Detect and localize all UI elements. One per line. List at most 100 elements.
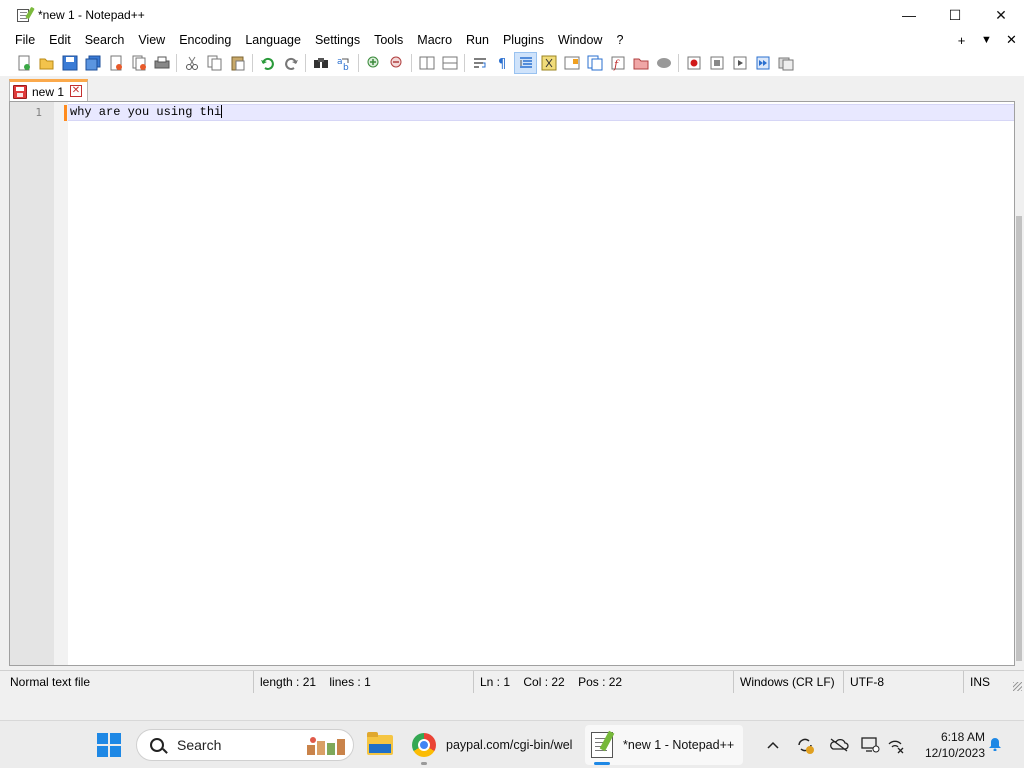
open-file-icon[interactable] <box>35 52 58 74</box>
windows-start-icon[interactable] <box>97 733 121 757</box>
word-wrap-icon[interactable] <box>468 52 491 74</box>
cut-icon[interactable] <box>180 52 203 74</box>
cloud-icon <box>830 738 849 752</box>
menu-edit[interactable]: Edit <box>42 30 78 50</box>
user-defined-language-icon[interactable] <box>537 52 560 74</box>
clock-time: 6:18 AM <box>940 730 985 744</box>
indent-guide-icon[interactable] <box>514 52 537 74</box>
text-caret <box>221 105 223 119</box>
chrome-window-label: paypal.com/cgi-bin/wel <box>446 738 573 752</box>
status-lines: lines : 1 <box>329 675 371 689</box>
stop-recording-icon[interactable] <box>705 52 728 74</box>
save-icon[interactable] <box>58 52 81 74</box>
menu-file[interactable]: File <box>0 30 42 50</box>
menu-settings[interactable]: Settings <box>308 30 367 50</box>
menu-plugins[interactable]: Plugins <box>496 30 551 50</box>
find-icon[interactable] <box>309 52 332 74</box>
change-history-marker <box>64 105 67 121</box>
redo-icon[interactable] <box>279 52 302 74</box>
display-tray-button[interactable] <box>857 721 883 768</box>
file-explorer-button[interactable] <box>364 725 396 765</box>
show-hidden-icons-button[interactable] <box>762 721 784 768</box>
search-label: Search <box>177 737 222 753</box>
tab-new-1[interactable]: new 1 ✕ <box>9 79 88 101</box>
close-icon[interactable] <box>104 52 127 74</box>
menu-help[interactable]: ? <box>609 30 630 50</box>
close-all-icon[interactable] <box>127 52 150 74</box>
editor-line[interactable]: why are you using thi <box>70 104 223 121</box>
status-eol[interactable]: Windows (CR LF) <box>738 671 844 693</box>
menu-tools[interactable]: Tools <box>367 30 410 50</box>
sync-vertical-icon[interactable] <box>415 52 438 74</box>
chrome-taskbar-button[interactable]: paypal.com/cgi-bin/wel <box>408 725 580 765</box>
scrollbar-thumb[interactable] <box>1016 216 1022 661</box>
function-list-icon[interactable] <box>583 52 606 74</box>
folder-as-workspace-icon[interactable]: f <box>606 52 629 74</box>
status-encoding[interactable]: UTF-8 <box>848 671 964 693</box>
monitoring-icon[interactable] <box>629 52 652 74</box>
sync-horizontal-icon[interactable] <box>438 52 461 74</box>
tab-list-button[interactable]: ▼ <box>974 34 999 46</box>
run-macro-multiple-icon[interactable] <box>751 52 774 74</box>
vertical-scrollbar[interactable] <box>1015 101 1024 693</box>
minimize-button[interactable]: — <box>886 0 932 30</box>
toolbar-separator <box>252 54 253 72</box>
menu-search[interactable]: Search <box>78 30 132 50</box>
notification-bell-icon[interactable] <box>988 737 1002 751</box>
paste-icon[interactable] <box>226 52 249 74</box>
undo-icon[interactable] <box>256 52 279 74</box>
record-macro-icon[interactable] <box>682 52 705 74</box>
line-number: 1 <box>35 106 42 119</box>
svg-text:a: a <box>337 57 343 67</box>
sync-tray-button[interactable] <box>792 721 818 768</box>
close-tab-button[interactable]: ✕ <box>999 32 1024 48</box>
maximize-button[interactable]: ☐ <box>932 0 978 30</box>
menu-run[interactable]: Run <box>459 30 496 50</box>
clock-date: 12/10/2023 <box>924 746 985 760</box>
toolbar-separator <box>176 54 177 72</box>
show-all-characters-icon[interactable]: ¶ <box>491 52 514 74</box>
new-tab-button[interactable]: + <box>949 33 974 48</box>
tab-bar: new 1 ✕ <box>0 76 1024 101</box>
zoom-in-icon[interactable] <box>362 52 385 74</box>
editor[interactable]: 1 why are you using thi <box>9 101 1015 666</box>
onedrive-tray-button[interactable] <box>826 721 852 768</box>
menu-encoding[interactable]: Encoding <box>172 30 238 50</box>
status-insert-mode[interactable]: INS <box>968 671 1008 693</box>
print-icon[interactable] <box>150 52 173 74</box>
save-macro-icon[interactable] <box>774 52 797 74</box>
toolbar-separator <box>678 54 679 72</box>
menu-view[interactable]: View <box>131 30 172 50</box>
new-file-icon[interactable] <box>12 52 35 74</box>
status-pos: Pos : 22 <box>578 675 623 689</box>
title-bar: *new 1 - Notepad++ — ☐ ✕ <box>0 0 1024 30</box>
resize-grip[interactable] <box>1013 682 1022 691</box>
document-map-icon[interactable] <box>560 52 583 74</box>
notepadpp-taskbar-button[interactable]: *new 1 - Notepad++ <box>585 725 743 765</box>
zoom-out-icon[interactable] <box>385 52 408 74</box>
menu-language[interactable]: Language <box>238 30 308 50</box>
search-highlight-icon <box>307 737 345 755</box>
sync-icon <box>798 738 814 754</box>
save-all-icon[interactable] <box>81 52 104 74</box>
eye-icon[interactable] <box>652 52 675 74</box>
network-tray-button[interactable] <box>884 721 908 768</box>
folder-icon <box>367 732 393 755</box>
close-button[interactable]: ✕ <box>978 0 1024 30</box>
taskbar-search[interactable]: Search <box>136 729 354 761</box>
copy-icon[interactable] <box>203 52 226 74</box>
desktop-gap <box>0 693 1024 720</box>
menu-window[interactable]: Window <box>551 30 609 50</box>
menu-macro[interactable]: Macro <box>410 30 459 50</box>
window-controls: — ☐ ✕ <box>886 0 1024 30</box>
status-position: Ln : 1 Col : 22 Pos : 22 <box>478 671 734 693</box>
replace-icon[interactable]: ab <box>332 52 355 74</box>
toolbar: ab ¶ f <box>0 50 1024 76</box>
system-clock[interactable]: 6:18 AM 12/10/2023 <box>915 729 985 761</box>
toolbar-separator <box>358 54 359 72</box>
running-indicator <box>421 762 427 765</box>
playback-macro-icon[interactable] <box>728 52 751 74</box>
chevron-up-icon <box>767 741 779 749</box>
tab-close-icon[interactable]: ✕ <box>70 85 82 97</box>
text-area[interactable]: why are you using thi <box>68 102 1014 665</box>
